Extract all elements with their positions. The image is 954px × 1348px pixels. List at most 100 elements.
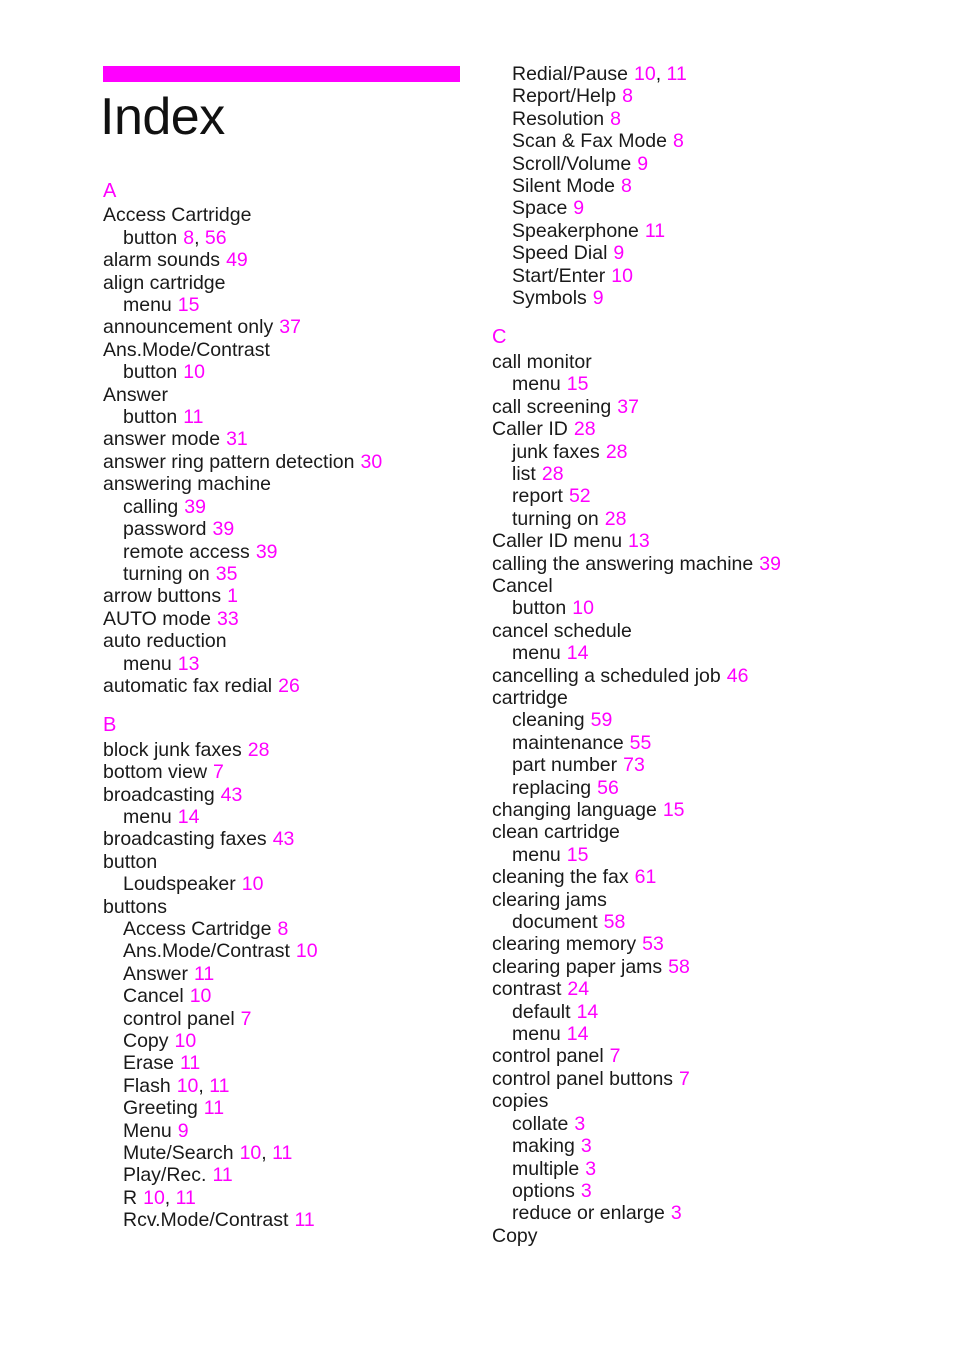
entry-page-number[interactable]: 39 <box>184 496 206 518</box>
entry-page-number[interactable]: 24 <box>567 978 589 1000</box>
entry-page-number[interactable]: 58 <box>668 956 690 978</box>
entry-page-number[interactable]: 8 <box>621 175 632 197</box>
entry-page-number[interactable]: 11 <box>176 1187 196 1209</box>
entry-page-number[interactable]: 11 <box>212 1164 232 1186</box>
entry-page-number[interactable]: 10 <box>572 597 594 619</box>
entry-page-number[interactable]: 26 <box>278 675 300 697</box>
entry-page-number[interactable]: 39 <box>759 553 781 575</box>
entry-page-number[interactable]: 11 <box>194 963 214 985</box>
entry-page-number[interactable]: 55 <box>630 732 652 754</box>
entry-page-number[interactable]: 8 <box>673 130 684 152</box>
entry-page-number[interactable]: 8 <box>183 227 194 249</box>
entry-page-number[interactable]: 10 <box>183 361 205 383</box>
entry-page-number[interactable]: 11 <box>645 220 665 242</box>
entry-page-number[interactable]: 10 <box>190 985 212 1007</box>
entry-term: Redial/Pause <box>512 63 628 85</box>
entry-page-number[interactable]: 53 <box>642 933 664 955</box>
entry-page-number[interactable]: 10 <box>242 873 264 895</box>
entry-page-number[interactable]: 37 <box>279 316 301 338</box>
entry-term: menu <box>123 652 172 675</box>
entry-page-number[interactable]: 33 <box>217 608 239 630</box>
entry-page-number[interactable]: 11 <box>204 1097 224 1119</box>
entry-page-number[interactable]: 43 <box>221 784 243 806</box>
entry-page-number[interactable]: 8 <box>610 108 621 130</box>
entry-page-number[interactable]: 8 <box>622 85 633 107</box>
index-entry: R 10, 11 <box>103 1187 473 1209</box>
entry-term: menu <box>123 294 172 317</box>
entry-page-number[interactable]: 3 <box>585 1158 596 1180</box>
entry-page-number[interactable]: 28 <box>574 418 596 440</box>
entry-page-number[interactable]: 1 <box>227 585 238 607</box>
entry-page-number[interactable]: 10 <box>296 940 318 962</box>
index-entry: Copy <box>492 1225 892 1247</box>
entry-page-number[interactable]: 9 <box>593 287 604 309</box>
entry-page-number[interactable]: 28 <box>606 441 628 463</box>
entry-page-number[interactable]: 13 <box>628 530 650 552</box>
entry-page-number[interactable]: 10 <box>177 1075 199 1097</box>
entry-page-number[interactable]: 11 <box>272 1142 292 1164</box>
entry-page-number[interactable]: 61 <box>635 866 657 888</box>
entry-page-number[interactable]: 15 <box>567 373 589 395</box>
entry-page-number[interactable]: 11 <box>294 1209 314 1231</box>
entry-page-number[interactable]: 52 <box>569 485 591 507</box>
entry-page-number[interactable]: 11 <box>183 406 203 428</box>
entry-page-number[interactable]: 15 <box>567 844 589 866</box>
entry-term: Greeting <box>123 1097 198 1120</box>
entry-page-number[interactable]: 11 <box>180 1052 200 1074</box>
entry-page-number[interactable]: 7 <box>610 1045 621 1067</box>
entry-page-number[interactable]: 46 <box>727 665 749 687</box>
entry-page-number[interactable]: 30 <box>360 451 382 473</box>
entry-page-number[interactable]: 8 <box>277 918 288 940</box>
entry-page-number[interactable]: 11 <box>667 63 687 85</box>
entry-page-number[interactable]: 10 <box>240 1142 262 1164</box>
entry-page-number[interactable]: 10 <box>611 265 633 287</box>
section-letter-b: B <box>103 714 117 737</box>
entry-page-number[interactable]: 7 <box>241 1008 252 1030</box>
entry-term: replacing <box>512 776 592 799</box>
entry-term: turning on <box>123 562 210 585</box>
entry-page-number[interactable]: 15 <box>663 799 685 821</box>
index-entry: Speed Dial 9 <box>492 242 892 264</box>
entry-page-number[interactable]: 3 <box>574 1113 585 1135</box>
entry-page-number[interactable]: 56 <box>597 777 619 799</box>
entry-page-number[interactable]: 73 <box>623 754 645 776</box>
entry-page-number[interactable]: 9 <box>573 197 584 219</box>
entry-page-number[interactable]: 28 <box>542 463 564 485</box>
entry-page-number[interactable]: 13 <box>178 653 200 675</box>
entry-page-number[interactable]: 10 <box>634 63 656 85</box>
entry-page-number[interactable]: 58 <box>604 911 626 933</box>
entry-page-number[interactable]: 39 <box>212 518 234 540</box>
entry-page-number[interactable]: 39 <box>256 541 278 563</box>
entry-page-number[interactable]: 14 <box>567 642 589 664</box>
entry-page-number[interactable]: 10 <box>175 1030 197 1052</box>
entry-page-number[interactable]: 15 <box>178 294 200 316</box>
entry-page-number[interactable]: 11 <box>209 1075 229 1097</box>
entry-page-number[interactable]: 28 <box>605 508 627 530</box>
entry-page-number[interactable]: 3 <box>581 1135 592 1157</box>
entry-page-number[interactable]: 43 <box>273 828 295 850</box>
entry-page-number[interactable]: 3 <box>671 1202 682 1224</box>
entry-page-number[interactable]: 14 <box>577 1001 599 1023</box>
entry-page-number[interactable]: 28 <box>248 739 270 761</box>
entry-page-number[interactable]: 14 <box>178 806 200 828</box>
entry-page-number[interactable]: 14 <box>567 1023 589 1045</box>
entry-page-number[interactable]: 37 <box>617 396 639 418</box>
entry-page-number[interactable]: 9 <box>637 153 648 175</box>
entry-page-number[interactable]: 49 <box>226 249 248 271</box>
index-entry: options 3 <box>492 1180 892 1202</box>
entry-page-number[interactable]: 9 <box>613 242 624 264</box>
entry-page-number[interactable]: 7 <box>213 761 224 783</box>
entry-page-number[interactable]: 10 <box>143 1187 165 1209</box>
entry-page-number[interactable]: 3 <box>581 1180 592 1202</box>
index-entry: control panel 7 <box>103 1008 473 1030</box>
entry-page-number[interactable]: 59 <box>591 709 613 731</box>
entry-term: button <box>123 406 178 429</box>
entry-page-number[interactable]: 35 <box>216 563 238 585</box>
index-entry: button 10 <box>103 361 473 383</box>
entry-term: broadcasting <box>103 783 215 806</box>
entry-page-number[interactable]: 56 <box>205 227 227 249</box>
entry-page-number[interactable]: 9 <box>178 1120 189 1142</box>
entry-page-number[interactable]: 7 <box>679 1068 690 1090</box>
entry-page-number[interactable]: 31 <box>226 428 248 450</box>
index-entry: Speakerphone 11 <box>492 220 892 242</box>
